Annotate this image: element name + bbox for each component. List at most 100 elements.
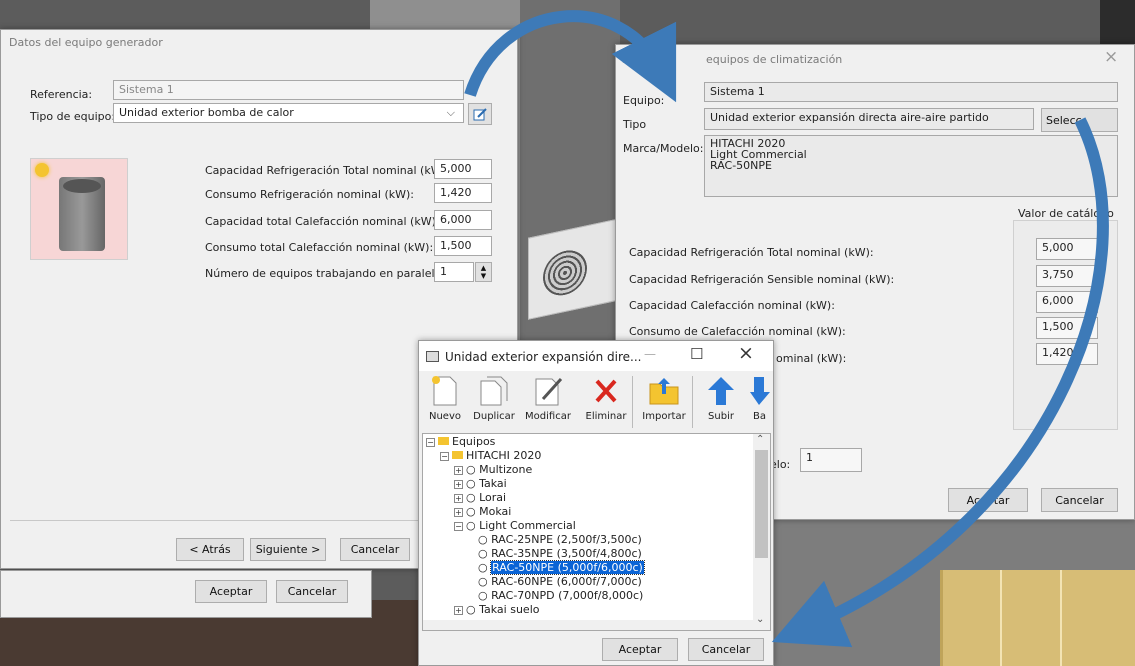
stepper-down-icon: ▼: [480, 272, 487, 280]
capacidad-calefaccion-field[interactable]: 6,000: [434, 210, 492, 230]
aceptar-button[interactable]: Aceptar: [195, 580, 267, 603]
import-folder-icon: [649, 378, 679, 405]
r-consumo-calefaccion-label: Consumo de Calefacción nominal (kW):: [629, 325, 846, 338]
r-consumo-refrigeracion-value: 1,420: [1036, 343, 1098, 365]
r-aceptar-button[interactable]: Aceptar: [948, 488, 1028, 512]
tree-node-group[interactable]: + ○ Mokai: [454, 505, 511, 518]
numero-equipos-label: Número de equipos trabajando en paralelo…: [205, 267, 445, 280]
tree-label: Lorai: [479, 491, 507, 504]
tree-node-model[interactable]: ○ RAC-25NPE (2,500f/3,500c): [478, 533, 642, 546]
modificar-button[interactable]: Modificar: [524, 373, 572, 422]
cancelar-button-2[interactable]: Cancelar: [276, 580, 348, 603]
window-title-start: Selecci: [622, 53, 661, 66]
r-consumo-calefaccion-value: 1,500: [1036, 317, 1098, 339]
duplicar-label: Duplicar: [473, 411, 515, 422]
r-cancelar-button[interactable]: Cancelar: [1041, 488, 1118, 512]
tree-label: HITACHI 2020: [466, 449, 542, 462]
close-icon[interactable]: ×: [738, 342, 754, 364]
window-title-end: equipos de climatización: [706, 53, 843, 66]
cancelar-button[interactable]: Cancelar: [340, 538, 410, 561]
front-window-title: Unidad exterior expansión dire...: [445, 350, 642, 364]
expand-icon: +: [454, 493, 463, 503]
desktop-scene: Datos del equipo generador Referencia: S…: [0, 0, 1135, 666]
atras-button[interactable]: < Atrás: [176, 538, 244, 561]
collapse-icon: −: [440, 451, 449, 461]
close-icon[interactable]: ×: [1104, 47, 1118, 67]
tree-node-open-group[interactable]: − ○ Light Commercial: [454, 519, 576, 532]
tree-node-group[interactable]: + ○ Multizone: [454, 463, 532, 476]
background-window-grid: [1000, 570, 1002, 666]
stepper-arrows[interactable]: ▲ ▼: [475, 262, 492, 282]
tipo-equipo-select[interactable]: Unidad exterior bomba de calor ⌵: [113, 103, 464, 123]
arrow-down-icon: [750, 377, 770, 405]
r-capacidad-calefaccion-label: Capacidad Calefacción nominal (kW):: [629, 299, 835, 312]
app-icon: [426, 351, 439, 362]
scroll-up-icon[interactable]: ⌃: [756, 434, 764, 445]
window-title: Datos del equipo generador: [9, 36, 163, 49]
tree-node-equipos[interactable]: − Equipos: [426, 435, 495, 448]
tree-node-model[interactable]: ○ RAC-70NPD (7,000f/8,000c): [478, 589, 643, 602]
r-capacidad-sensible-label: Capacidad Refrigeración Sensible nominal…: [629, 273, 895, 286]
folder-icon: [452, 451, 463, 459]
tree-label: RAC-50NPE (5,000f/6,000c): [490, 560, 645, 575]
edit-type-button[interactable]: [468, 103, 492, 125]
tree-label: Takai: [479, 477, 507, 490]
duplicar-button[interactable]: Duplicar: [470, 373, 518, 422]
r-paralelo-value: 1: [800, 448, 862, 472]
tree-label: RAC-25NPE (2,500f/3,500c): [491, 533, 642, 546]
tree-label: RAC-60NPE (6,000f/7,000c): [491, 575, 642, 588]
minimize-icon[interactable]: —: [644, 347, 656, 361]
arrow-up-icon: [708, 377, 734, 405]
referencia-label: Referencia:: [30, 88, 93, 101]
r-capacidad-sensible-value: 3,750: [1036, 265, 1098, 287]
maximize-icon[interactable]: ☐: [690, 345, 703, 363]
tree-scrollbar[interactable]: ⌃ ⌄: [753, 434, 770, 630]
consumo-calefaccion-field[interactable]: 1,500: [434, 236, 492, 256]
front-aceptar-button[interactable]: Aceptar: [602, 638, 678, 661]
edit-pencil-icon: [535, 377, 563, 406]
tipo-equipo-label: Tipo de equipo:: [30, 110, 116, 123]
bajar-button[interactable]: Ba: [748, 373, 772, 422]
consumo-refrigeracion-field[interactable]: 1,420: [434, 183, 492, 203]
scroll-down-icon[interactable]: ⌄: [756, 614, 764, 625]
expand-icon: +: [454, 479, 463, 489]
tree-label: RAC-70NPD (7,000f/8,000c): [491, 589, 644, 602]
front-cancelar-button[interactable]: Cancelar: [688, 638, 764, 661]
edit-pencil-icon: [473, 108, 487, 121]
new-document-icon: [432, 376, 457, 406]
tree-label: Multizone: [479, 463, 533, 476]
eliminar-button[interactable]: Eliminar: [582, 373, 630, 422]
duplicate-icon: [480, 376, 508, 406]
capacidad-refrigeracion-label: Capacidad Refrigeración Total nominal (k…: [205, 164, 450, 177]
tree-node-model-selected[interactable]: ○ RAC-50NPE (5,000f/6,000c): [478, 560, 645, 575]
expand-icon: +: [454, 605, 463, 615]
tree-node-group[interactable]: + ○ Takai suelo: [454, 603, 539, 616]
subir-label: Subir: [708, 411, 734, 422]
delete-x-icon: [595, 379, 617, 403]
tipo-field: Unidad exterior expansión directa aire-a…: [704, 108, 1034, 130]
tree-node-brand[interactable]: − HITACHI 2020: [440, 449, 541, 462]
tree-label: Equipos: [452, 435, 496, 448]
scroll-thumb[interactable]: [755, 450, 768, 558]
referencia-field[interactable]: Sistema 1: [113, 80, 464, 100]
marca-modelo-label: Marca/Modelo:: [623, 142, 704, 155]
siguiente-button[interactable]: Siguiente >: [250, 538, 326, 561]
tree-node-model[interactable]: ○ RAC-35NPE (3,500f/4,800c): [478, 547, 642, 560]
tree-node-model[interactable]: ○ RAC-60NPE (6,000f/7,000c): [478, 575, 642, 588]
importar-button[interactable]: Importar: [640, 373, 688, 422]
tree-horizontal-scrollbar[interactable]: [423, 620, 753, 630]
seleccionar-button[interactable]: Selecc: [1041, 108, 1118, 132]
r-capacidad-refrigeracion-value: 5,000: [1036, 238, 1098, 260]
tree-node-group[interactable]: + ○ Takai: [454, 477, 507, 490]
capacidad-refrigeracion-field[interactable]: 5,000: [434, 159, 492, 179]
subir-button[interactable]: Subir: [697, 373, 745, 422]
toolbar-separator: [692, 376, 693, 428]
expand-icon: +: [454, 465, 463, 475]
equipo-label: Equipo:: [623, 94, 665, 107]
tree-node-group[interactable]: + ○ Lorai: [454, 491, 506, 504]
nuevo-button[interactable]: Nuevo: [421, 373, 469, 422]
consumo-refrigeracion-label: Consumo Refrigeración nominal (kW):: [205, 188, 414, 201]
numero-equipos-stepper[interactable]: 1: [434, 262, 474, 282]
r-capacidad-calefaccion-value: 6,000: [1036, 291, 1098, 313]
marca-modelo-field: HITACHI 2020 Light Commercial RAC-50NPE: [704, 135, 1118, 197]
